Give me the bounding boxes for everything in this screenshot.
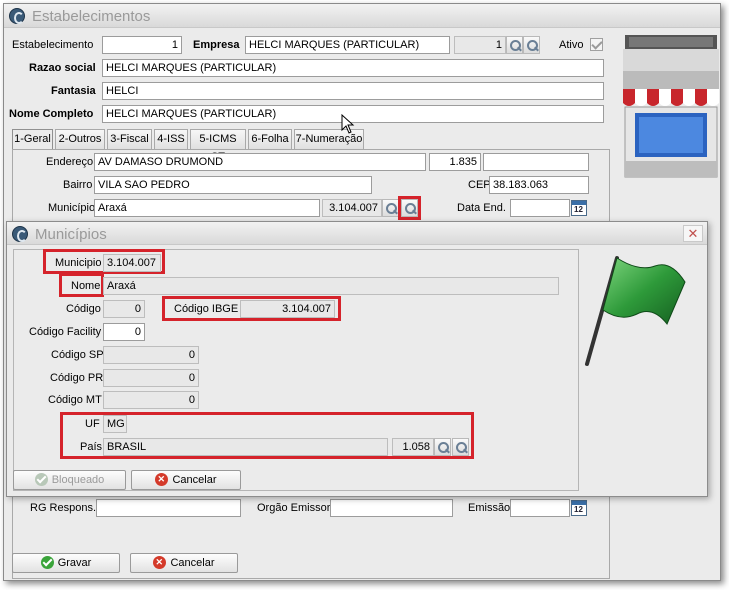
municipios-dialog: Municípios ✕ Municipio 3.104.007 Nome Ar… [6,221,708,497]
check-icon [40,556,54,569]
gravar-button[interactable]: Gravar [12,553,120,573]
tab-fiscal[interactable]: 3-Fiscal [107,129,152,149]
rg-label: RG Respons. [30,502,97,514]
cancelar-label: Cancelar [170,557,215,569]
complemento-field[interactable] [483,153,589,171]
close-icon[interactable]: ✕ [683,225,703,242]
app-logo-icon [9,8,25,24]
razao-label: Razao social [29,62,96,74]
orgao-field[interactable] [330,499,453,517]
razao-field[interactable]: HELCI MARQUES (PARTICULAR) [102,59,604,77]
numero-field[interactable]: 1.835 [429,153,481,171]
dlg-pr-label: Código PR [50,372,104,384]
dlg-pais-label: País [80,441,103,453]
dlg-facility-label: Código Facility [29,326,102,338]
tab-outros[interactable]: 2-Outros [55,129,105,149]
emissao-label: Emissão [468,502,511,514]
empresa-label: Empresa [193,39,240,51]
data-end-field[interactable] [510,199,570,217]
tab-folha[interactable]: 6-Folha [248,129,292,149]
municipio-field[interactable]: Araxá [94,199,320,217]
estabelecimento-label: Estabelecimento [12,39,94,51]
empresa-search-icon[interactable] [506,36,523,54]
dlg-sp-field[interactable]: 0 [103,346,199,364]
dlg-nome-field[interactable]: Araxá [103,277,559,295]
dialog-title: Municípios [35,226,107,243]
emissao-field[interactable] [510,499,570,517]
gravar-label: Gravar [57,557,92,569]
dlg-pr-field[interactable]: 0 [103,369,199,387]
municipio-code-field[interactable]: 3.104.007 [322,199,382,217]
dialog-title-bar: Municípios ✕ [7,222,707,245]
dlg-nome-label: Nome [71,280,101,292]
dlg-ibge-field[interactable]: 3.104.007 [240,300,335,318]
green-flag-icon [585,256,686,366]
dlg-codigo-field[interactable]: 0 [103,300,145,318]
calendar-icon[interactable] [571,200,587,216]
ativo-checkbox[interactable] [590,38,603,51]
fantasia-label: Fantasia [51,85,96,97]
pais-lookup-icon[interactable] [452,438,469,456]
municipio-label: Município [48,202,96,214]
ativo-label: Ativo [559,39,584,51]
dlg-facility-field[interactable]: 0 [103,323,145,341]
cancel-icon [153,556,167,569]
tab-geral[interactable]: 1-Geral [12,129,53,150]
empresa-code-field[interactable]: 1 [454,36,506,54]
dlg-pais-field[interactable]: BRASIL [103,438,388,456]
title-bar: Estabelecimentos [4,4,720,28]
dlg-municipio-field[interactable]: 3.104.007 [103,254,161,272]
store-illustration-icon [623,35,719,178]
dlg-uf-label: UF [85,418,100,430]
cep-field[interactable]: 38.183.063 [489,176,589,194]
highlight-lookup-button [398,196,421,220]
endereco-field[interactable]: AV DAMASO DRUMOND [94,153,426,171]
bloqueado-button[interactable]: Bloqueado [13,470,126,490]
municipio-search-icon[interactable] [382,199,399,217]
dlg-sp-label: Código SP [51,349,104,361]
dlg-ibge-label: Código IBGE [174,303,239,315]
endereco-label: Endereço [46,156,94,168]
tab-iss[interactable]: 4-ISS [154,129,188,149]
orgao-label: Orgão Emissor [257,502,331,514]
dlg-municipio-label: Municipio [55,257,102,269]
dlg-uf-field[interactable]: MG [103,415,127,433]
bairro-field[interactable]: VILA SAO PEDRO [94,176,372,194]
data-end-label: Data End. [457,202,506,214]
window-title: Estabelecimentos [32,8,151,25]
estabelecimento-field[interactable]: 1 [102,36,182,54]
mouse-cursor-icon [341,114,355,134]
dlg-cancelar-label: Cancelar [172,474,217,486]
nome-completo-label: Nome Completo [9,108,94,120]
dlg-codigo-label: Código [66,303,101,315]
empresa-field[interactable]: HELCI MARQUES (PARTICULAR) [245,36,450,54]
emissao-calendar-icon[interactable] [571,500,587,516]
dlg-pais-code-field[interactable]: 1.058 [392,438,434,456]
pais-search-icon[interactable] [434,438,451,456]
bairro-label: Bairro [63,179,93,191]
dlg-cancelar-button[interactable]: Cancelar [131,470,241,490]
tab-icms-st[interactable]: 5-ICMS ST [190,129,246,163]
rg-field[interactable] [96,499,241,517]
dlg-mt-label: Código MT [48,394,102,406]
cancelar-button[interactable]: Cancelar [130,553,238,573]
dlg-mt-field[interactable]: 0 [103,391,199,409]
check-icon [34,473,48,486]
cep-label: CEP [468,179,491,191]
bloqueado-label: Bloqueado [51,474,105,486]
cancel-icon [155,473,169,486]
dialog-logo-icon [12,226,28,242]
empresa-lookup-icon[interactable] [523,36,540,54]
fantasia-field[interactable]: HELCI [102,82,604,100]
